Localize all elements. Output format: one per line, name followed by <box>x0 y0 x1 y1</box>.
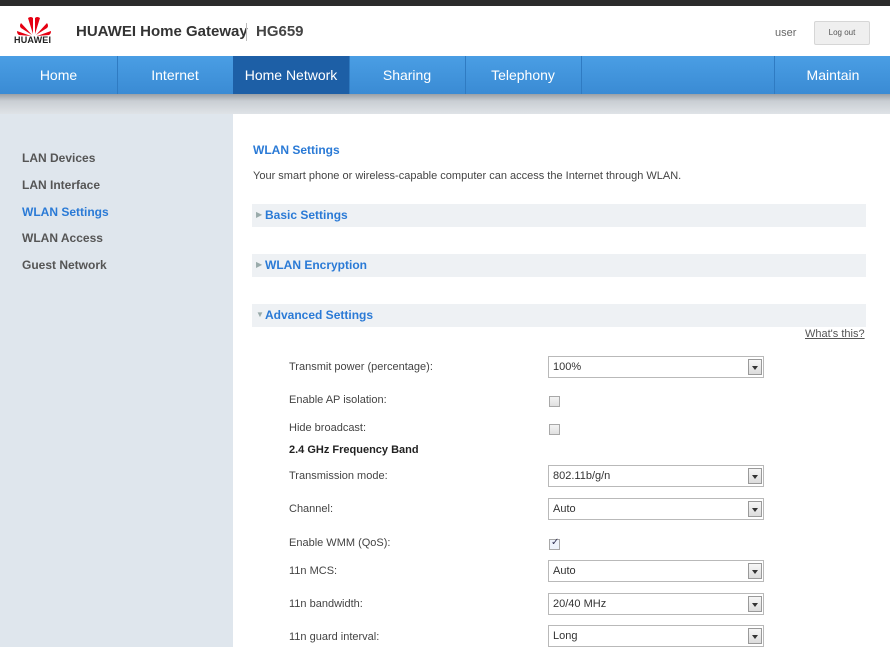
page-title: WLAN Settings <box>253 143 340 157</box>
hide-broadcast-checkbox[interactable] <box>549 424 560 435</box>
channel-label: Channel: <box>289 503 334 515</box>
channel-select[interactable]: Auto <box>548 498 764 520</box>
ap-isolation-label: Enable AP isolation: <box>289 394 387 406</box>
transmit-power-label: Transmit power (percentage): <box>289 361 433 373</box>
select-value: 20/40 MHz <box>553 598 607 610</box>
chevron-down-icon <box>748 468 762 484</box>
transmit-power-select[interactable]: 100% <box>548 356 764 378</box>
sidebar-item-guest-network[interactable]: Guest Network <box>22 258 107 272</box>
select-value: 100% <box>553 361 582 373</box>
select-value: 802.11b/g/n <box>553 470 611 482</box>
chevron-down-icon <box>748 501 762 517</box>
chevron-down-icon <box>748 628 762 644</box>
logout-button[interactable]: Log out <box>814 21 870 45</box>
sidebar-item-lan-interface[interactable]: LAN Interface <box>22 178 100 192</box>
sidebar <box>0 114 233 647</box>
guard-interval-label: 11n guard interval: <box>289 631 380 643</box>
chevron-down-icon <box>748 359 762 375</box>
sidebar-item-wlan-access[interactable]: WLAN Access <box>22 231 103 245</box>
sidebar-item-wlan-settings[interactable]: WLAN Settings <box>22 205 109 219</box>
title-divider <box>246 23 247 41</box>
hide-broadcast-label: Hide broadcast: <box>289 422 367 434</box>
nav-sharing[interactable]: Sharing <box>349 56 466 94</box>
accordion-label: Basic Settings <box>265 208 348 222</box>
select-value: Auto <box>553 565 576 577</box>
nav-home[interactable]: Home <box>0 56 118 94</box>
frequency-band-heading: 2.4 GHz Frequency Band <box>289 444 419 456</box>
checkmark-icon: ✓ <box>551 537 560 548</box>
accordion-basic-settings[interactable]: ▶ Basic Settings <box>252 204 866 227</box>
transmission-mode-label: Transmission mode: <box>289 470 388 482</box>
nav-home-network[interactable]: Home Network <box>233 56 350 94</box>
select-value: Long <box>553 630 578 642</box>
sidebar-item-lan-devices[interactable]: LAN Devices <box>22 151 95 165</box>
caret-right-icon: ▶ <box>256 260 263 269</box>
product-title: HUAWEI Home Gateway <box>76 23 248 40</box>
mcs-select[interactable]: Auto <box>548 560 764 582</box>
nav-telephony[interactable]: Telephony <box>465 56 582 94</box>
header: HUAWEI HUAWEI Home Gateway HG659 user Lo… <box>0 6 890 56</box>
username-label: user <box>775 27 797 39</box>
bandwidth-select[interactable]: 20/40 MHz <box>548 593 764 615</box>
accordion-label: WLAN Encryption <box>265 258 367 272</box>
nav-internet[interactable]: Internet <box>117 56 234 94</box>
chevron-down-icon <box>748 596 762 612</box>
chevron-down-icon <box>748 563 762 579</box>
ap-isolation-checkbox[interactable] <box>549 396 560 407</box>
nav-shadow-bar <box>0 94 890 114</box>
wmm-checkbox[interactable]: ✓ <box>549 537 560 550</box>
huawei-logo-text: HUAWEI <box>14 35 52 45</box>
bandwidth-label: 11n bandwidth: <box>289 598 363 610</box>
select-value: Auto <box>553 503 576 515</box>
wmm-label: Enable WMM (QoS): <box>289 537 391 549</box>
whats-this-link[interactable]: What's this? <box>805 328 865 340</box>
caret-down-icon: ▼ <box>256 310 264 319</box>
guard-interval-select[interactable]: Long <box>548 625 764 647</box>
model-name: HG659 <box>256 23 304 40</box>
main-nav: Home Internet Home Network Sharing Telep… <box>0 56 890 94</box>
accordion-label: Advanced Settings <box>265 308 374 322</box>
huawei-logo-icon <box>17 17 51 36</box>
nav-maintain[interactable]: Maintain <box>774 56 890 94</box>
accordion-advanced-settings[interactable]: ▼ Advanced Settings <box>252 304 866 327</box>
caret-right-icon: ▶ <box>256 210 263 219</box>
transmission-mode-select[interactable]: 802.11b/g/n <box>548 465 764 487</box>
mcs-label: 11n MCS: <box>289 565 338 577</box>
page-description: Your smart phone or wireless-capable com… <box>253 170 682 182</box>
accordion-wlan-encryption[interactable]: ▶ WLAN Encryption <box>252 254 866 277</box>
